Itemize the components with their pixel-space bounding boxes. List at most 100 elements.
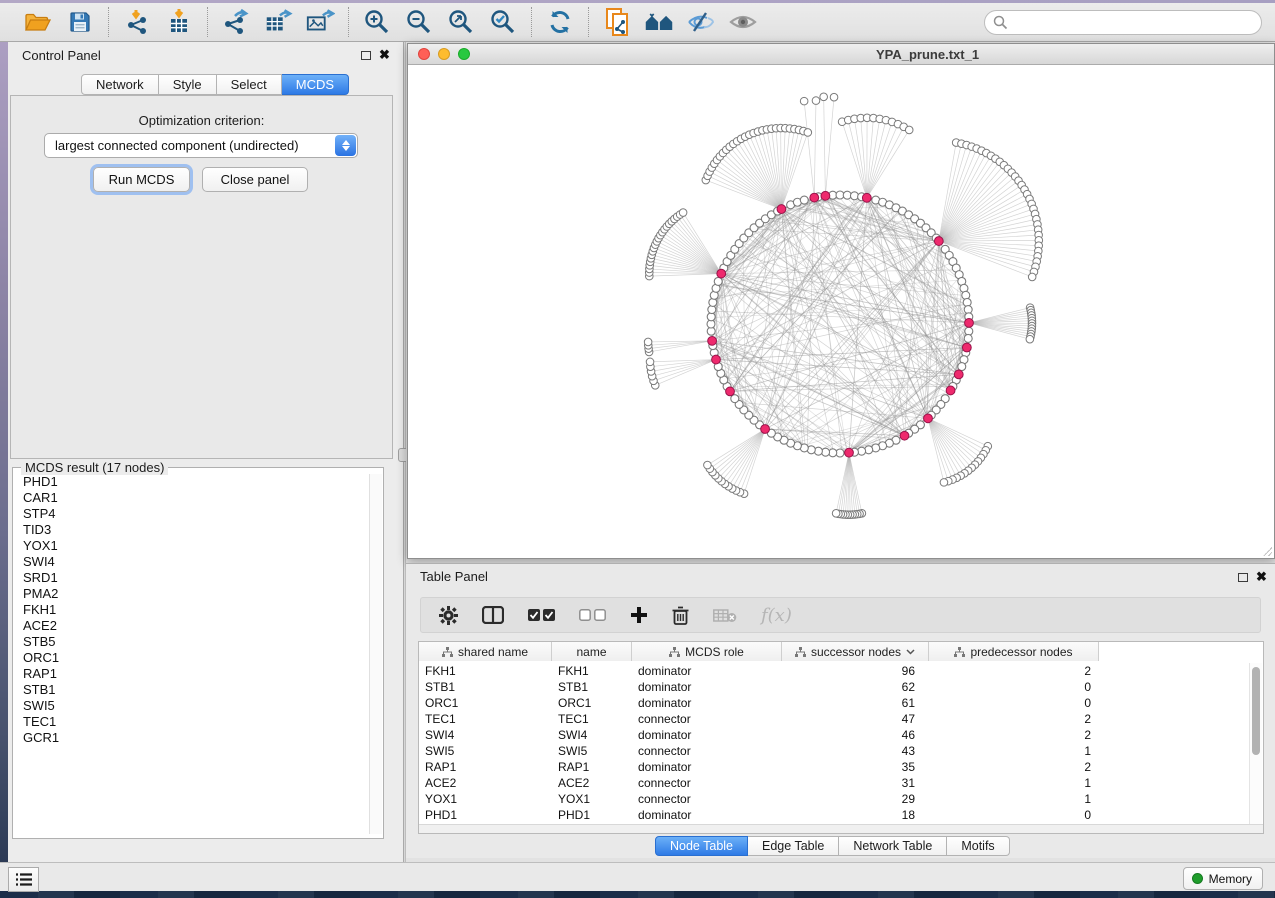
table-row[interactable]: SWI4SWI4dominator462: [419, 727, 1249, 743]
dominator-node[interactable]: [777, 205, 786, 214]
dominator-node[interactable]: [845, 448, 854, 457]
dominator-node[interactable]: [946, 386, 955, 395]
mcds-result-item[interactable]: TID3: [14, 522, 370, 538]
criterion-dropdown[interactable]: largest connected component (undirected): [44, 133, 358, 158]
window-close-icon[interactable]: [418, 48, 430, 60]
tab-motifs[interactable]: Motifs: [947, 836, 1009, 856]
zoom-out-icon[interactable]: [404, 7, 434, 37]
mcds-result-item[interactable]: PMA2: [14, 586, 370, 602]
mcds-result-item[interactable]: PHD1: [14, 474, 370, 490]
dominator-node[interactable]: [962, 343, 971, 352]
tab-select[interactable]: Select: [217, 74, 282, 95]
column-header-successor-nodes[interactable]: successor nodes: [782, 642, 929, 661]
mcds-result-item[interactable]: RAP1: [14, 666, 370, 682]
first-neighbors-icon[interactable]: [644, 7, 674, 37]
mcds-result-item[interactable]: ACE2: [14, 618, 370, 634]
tab-network-table[interactable]: Network Table: [839, 836, 947, 856]
table-row[interactable]: YOX1YOX1connector291: [419, 791, 1249, 807]
network-canvas[interactable]: [408, 65, 1274, 558]
mcds-result-item[interactable]: TEC1: [14, 714, 370, 730]
zoom-selected-icon[interactable]: [488, 7, 518, 37]
table-row[interactable]: PHD1PHD1dominator180: [419, 807, 1249, 823]
window-resize-grip[interactable]: [1262, 546, 1272, 556]
window-minimize-icon[interactable]: [438, 48, 450, 60]
search-input[interactable]: [984, 10, 1262, 35]
tab-style[interactable]: Style: [159, 74, 217, 95]
control-panel-close-icon[interactable]: ✖: [379, 50, 390, 59]
table-row[interactable]: RAP1RAP1dominator352: [419, 759, 1249, 775]
dominator-node[interactable]: [717, 269, 726, 278]
dominator-node[interactable]: [726, 387, 735, 396]
dominator-node[interactable]: [708, 336, 717, 345]
tab-mcds[interactable]: MCDS: [282, 74, 349, 95]
tab-network[interactable]: Network: [81, 74, 159, 95]
mcds-result-item[interactable]: ORC1: [14, 650, 370, 666]
table-row[interactable]: ACE2ACE2connector311: [419, 775, 1249, 791]
refresh-icon[interactable]: [545, 7, 575, 37]
table-scrollbar-thumb[interactable]: [1252, 667, 1260, 755]
table-panel-float-icon[interactable]: [1238, 573, 1248, 582]
mcds-list-scrollbar[interactable]: [369, 474, 382, 834]
task-history-button[interactable]: [8, 867, 39, 892]
run-mcds-button[interactable]: Run MCDS: [93, 167, 190, 192]
export-network-icon[interactable]: [221, 7, 251, 37]
network-window-titlebar[interactable]: YPA_prune.txt_1: [408, 44, 1274, 65]
mcds-result-item[interactable]: STB5: [14, 634, 370, 650]
mcds-result-item[interactable]: YOX1: [14, 538, 370, 554]
table-row[interactable]: FKH1FKH1dominator962: [419, 663, 1249, 679]
close-panel-button[interactable]: Close panel: [202, 167, 308, 192]
window-zoom-icon[interactable]: [458, 48, 470, 60]
export-table-icon[interactable]: [263, 7, 293, 37]
network-from-file-icon[interactable]: [602, 7, 632, 37]
mcds-result-item[interactable]: SWI4: [14, 554, 370, 570]
open-file-icon[interactable]: [23, 7, 53, 37]
table-panel-close-icon[interactable]: ✖: [1256, 572, 1267, 581]
zoom-fit-icon[interactable]: [446, 7, 476, 37]
zoom-in-icon[interactable]: [362, 7, 392, 37]
dominator-node[interactable]: [821, 191, 830, 200]
hide-selected-icon[interactable]: [686, 7, 716, 37]
column-header-shared-name[interactable]: shared name: [419, 642, 552, 661]
export-image-icon[interactable]: [305, 7, 335, 37]
table-row[interactable]: SWI5SWI5connector431: [419, 743, 1249, 759]
table-settings-gear-icon[interactable]: [439, 606, 458, 625]
column-header-name[interactable]: name: [552, 642, 632, 661]
mcds-result-item[interactable]: CAR1: [14, 490, 370, 506]
mcds-result-item[interactable]: STP4: [14, 506, 370, 522]
delete-column-icon[interactable]: [672, 606, 689, 625]
import-table-icon[interactable]: [164, 7, 194, 37]
show-columns-icon[interactable]: [482, 606, 504, 624]
memory-button[interactable]: Memory: [1183, 867, 1263, 890]
mcds-result-item[interactable]: STB1: [14, 682, 370, 698]
dominator-node[interactable]: [862, 193, 871, 202]
table-row[interactable]: TEC1TEC1connector472: [419, 711, 1249, 727]
deselect-all-icon[interactable]: [579, 609, 606, 621]
dominator-node[interactable]: [900, 431, 909, 440]
save-icon[interactable]: [65, 7, 95, 37]
dominator-node[interactable]: [954, 370, 963, 379]
tab-node-table[interactable]: Node Table: [655, 836, 748, 856]
cell-name: TEC1: [552, 712, 632, 726]
table-scrollbar[interactable]: [1249, 663, 1262, 825]
dominator-node[interactable]: [965, 318, 974, 327]
select-all-icon[interactable]: [528, 609, 555, 621]
table-row[interactable]: STB1STB1dominator620: [419, 679, 1249, 695]
mcds-result-item[interactable]: GCR1: [14, 730, 370, 746]
show-all-icon[interactable]: [728, 7, 758, 37]
column-header-MCDS-role[interactable]: MCDS role: [632, 642, 782, 661]
dominator-node[interactable]: [934, 237, 943, 246]
table-row[interactable]: ORC1ORC1dominator610: [419, 695, 1249, 711]
delete-table-icon-disabled: [713, 608, 737, 623]
add-column-icon[interactable]: [630, 606, 648, 624]
control-panel-float-icon[interactable]: [361, 51, 371, 60]
dominator-node[interactable]: [810, 193, 819, 202]
dominator-node[interactable]: [712, 355, 721, 364]
mcds-result-item[interactable]: FKH1: [14, 602, 370, 618]
import-network-icon[interactable]: [122, 7, 152, 37]
dominator-node[interactable]: [924, 414, 933, 423]
tab-edge-table[interactable]: Edge Table: [748, 836, 839, 856]
mcds-result-item[interactable]: SRD1: [14, 570, 370, 586]
column-header-predecessor-nodes[interactable]: predecessor nodes: [929, 642, 1099, 661]
dominator-node[interactable]: [761, 425, 770, 434]
mcds-result-item[interactable]: SWI5: [14, 698, 370, 714]
